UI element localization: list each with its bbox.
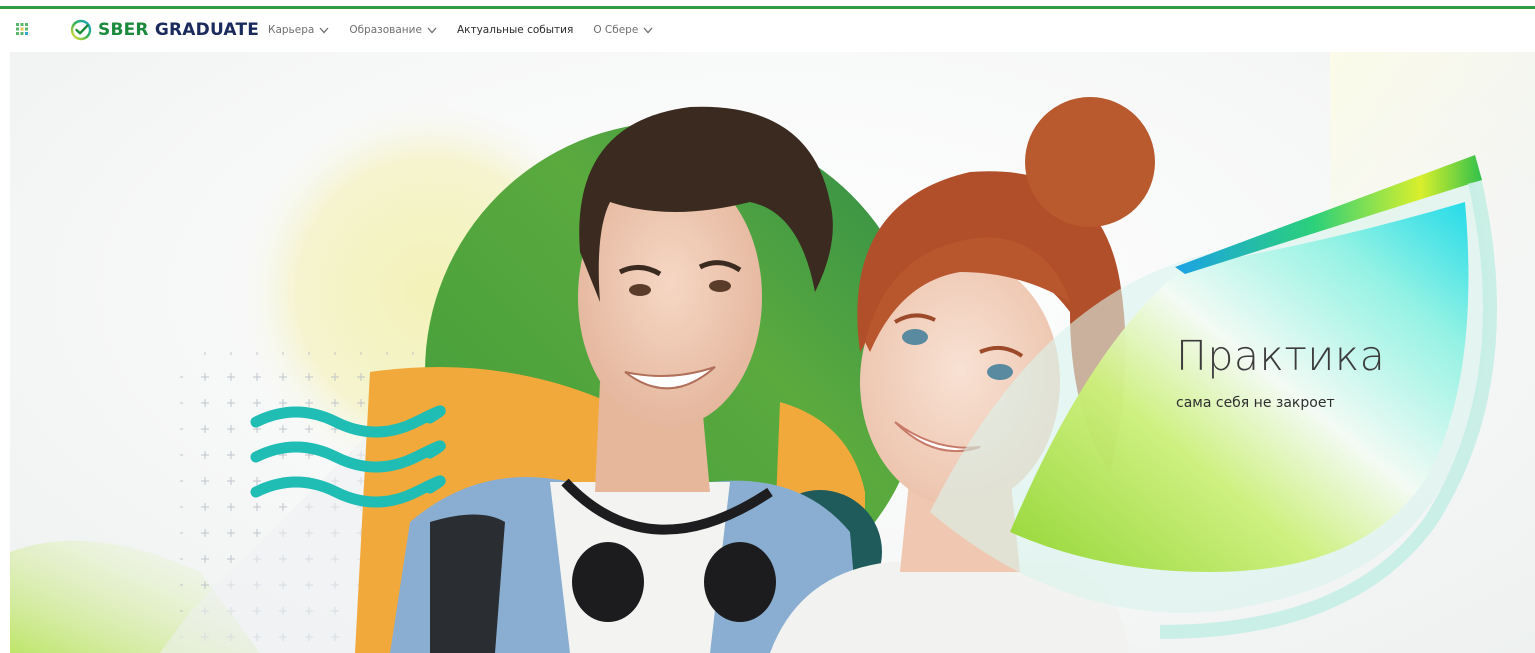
logo-text-sber: SBER xyxy=(98,20,149,40)
nav-item-about-sber[interactable]: О Сбере xyxy=(593,24,653,36)
hero-banner: Практика сама себя не закроет xyxy=(10,52,1535,653)
nav-item-label: Актуальные события xyxy=(456,24,574,36)
nav-item-label: Образование xyxy=(349,24,422,36)
nav-item-events[interactable]: Актуальные события xyxy=(457,24,573,36)
nav-item-label: Карьера xyxy=(268,24,315,36)
hero-subtitle: сама себя не закроет xyxy=(1176,395,1335,411)
hero-title: Практика xyxy=(1176,332,1386,380)
logo-text-graduate: GRADUATE xyxy=(154,20,260,40)
chevron-down-icon xyxy=(319,27,329,33)
nav-item-education[interactable]: Образование xyxy=(349,24,437,36)
chevron-down-icon xyxy=(427,27,437,33)
grid-icon[interactable] xyxy=(16,23,28,35)
chevron-down-icon xyxy=(643,27,653,33)
sber-check-icon xyxy=(70,19,92,41)
logo-text: SBER GRADUATE xyxy=(98,20,259,40)
main-nav: Карьера Образование Актуальные события О… xyxy=(268,21,673,39)
site-header: SBER GRADUATE Карьера Образование Актуал… xyxy=(0,9,1535,49)
nav-item-label: О Сбере xyxy=(593,24,639,36)
logo-link[interactable]: SBER GRADUATE xyxy=(70,18,259,42)
nav-item-career[interactable]: Карьера xyxy=(268,24,329,36)
